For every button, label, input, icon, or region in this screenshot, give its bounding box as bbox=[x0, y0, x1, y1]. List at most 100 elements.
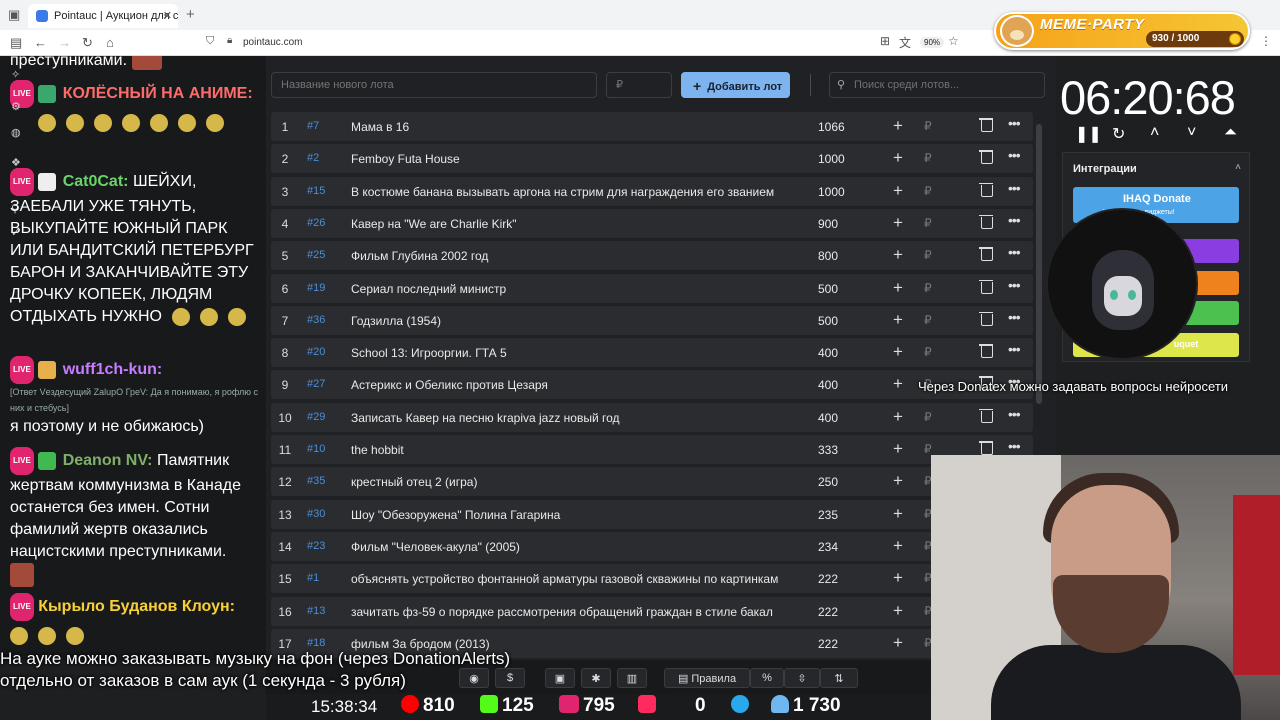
lot-amount[interactable]: 250 bbox=[818, 475, 838, 489]
currency-input[interactable]: ₽ bbox=[924, 151, 932, 165]
rules-button[interactable]: ▤ Правила bbox=[664, 668, 750, 688]
lot-id-link[interactable]: #26 bbox=[307, 217, 325, 229]
lot-row[interactable]: 6 #19 Сериал последний министр 500 + ₽ ••• bbox=[271, 273, 1033, 303]
lot-id-link[interactable]: #7 bbox=[307, 120, 319, 132]
lot-id-link[interactable]: #29 bbox=[307, 411, 325, 423]
chevron-up-icon[interactable]: ˄ bbox=[1150, 124, 1159, 142]
currency-input[interactable]: ₽ bbox=[924, 442, 932, 456]
add-amount-icon[interactable]: + bbox=[893, 342, 903, 362]
collapse-icon[interactable]: ˄ bbox=[1235, 162, 1241, 173]
lot-name[interactable]: Femboy Futa House bbox=[351, 152, 791, 166]
lot-id-link[interactable]: #2 bbox=[307, 152, 319, 164]
close-tab-icon[interactable]: ✕ bbox=[163, 9, 172, 22]
chat-nick[interactable]: КОЛЁСНЫЙ НА АНИМЕ: bbox=[63, 85, 253, 102]
chat-nick[interactable]: Cat0Cat: bbox=[63, 173, 129, 190]
chat-nick[interactable]: Кырыло Буданов Клоун: bbox=[38, 598, 235, 615]
lot-name[interactable]: Фильм "Человек-акула" (2005) bbox=[351, 540, 791, 554]
add-lot-button[interactable]: + Добавить лот bbox=[681, 72, 790, 98]
more-options-icon[interactable]: ••• bbox=[1008, 277, 1021, 293]
lot-id-link[interactable]: #36 bbox=[307, 314, 325, 326]
reload-icon[interactable]: ↻ bbox=[82, 35, 93, 51]
add-amount-icon[interactable]: + bbox=[893, 504, 903, 524]
more-options-icon[interactable]: ••• bbox=[1008, 341, 1021, 357]
add-amount-icon[interactable]: + bbox=[893, 310, 903, 330]
add-amount-icon[interactable]: + bbox=[893, 278, 903, 298]
new-tab-icon[interactable]: + bbox=[186, 6, 195, 23]
lot-row[interactable]: 2 #2 Femboy Futa House 1000 + ₽ ••• bbox=[271, 144, 1033, 174]
delete-lot-icon[interactable] bbox=[979, 343, 993, 359]
delete-lot-icon[interactable] bbox=[979, 440, 993, 455]
double-up-icon[interactable]: ⏶ bbox=[1224, 124, 1237, 142]
lot-id-link[interactable]: #35 bbox=[307, 475, 325, 487]
shield-icon[interactable]: ⛉ bbox=[206, 35, 214, 48]
more-options-icon[interactable]: ••• bbox=[1008, 309, 1021, 325]
lot-amount[interactable]: 222 bbox=[818, 572, 838, 586]
add-amount-icon[interactable]: + bbox=[893, 536, 903, 556]
translate-icon[interactable]: 文 bbox=[899, 34, 911, 51]
lot-id-link[interactable]: #13 bbox=[307, 605, 325, 617]
save-icon[interactable]: ▣ bbox=[545, 668, 575, 688]
more-options-icon[interactable]: ••• bbox=[1008, 438, 1021, 454]
bug-icon[interactable]: ✱ bbox=[581, 668, 611, 688]
add-amount-icon[interactable]: + bbox=[893, 374, 903, 394]
lot-name[interactable]: Кавер на "We are Charlie Kirk" bbox=[351, 217, 791, 231]
tab-actions-icon[interactable]: ▣ bbox=[8, 7, 20, 23]
lot-row[interactable]: 12#35крестный отец 2 (игра)250+₽••• bbox=[271, 467, 1033, 497]
lot-amount[interactable]: 1000 bbox=[818, 185, 845, 199]
add-amount-icon[interactable]: + bbox=[893, 148, 903, 168]
more-options-icon[interactable]: ••• bbox=[1008, 147, 1021, 163]
lot-name[interactable]: зачитать фз-59 о порядке рассмотрения об… bbox=[351, 605, 791, 619]
currency-input[interactable]: ₽ bbox=[924, 313, 932, 327]
lock-icon[interactable]: 🔒︎ bbox=[227, 35, 232, 46]
chat-nick[interactable]: Deanon NV: bbox=[63, 452, 153, 469]
lot-amount[interactable]: 222 bbox=[818, 637, 838, 651]
lot-id-link[interactable]: #18 bbox=[307, 637, 325, 649]
sidebar-toggle-icon[interactable]: ▤ bbox=[10, 35, 22, 51]
bookmark-star-icon[interactable]: ☆ bbox=[948, 34, 959, 48]
add-amount-icon[interactable]: + bbox=[893, 439, 903, 459]
delete-lot-icon[interactable] bbox=[979, 246, 993, 262]
lot-id-link[interactable]: #23 bbox=[307, 540, 325, 552]
more-options-icon[interactable]: ••• bbox=[1008, 406, 1021, 422]
percent-button[interactable]: % bbox=[750, 668, 784, 688]
add-amount-icon[interactable]: + bbox=[893, 407, 903, 427]
browser-tab[interactable]: Pointauc | Аукцион для стрим ✕ bbox=[28, 4, 178, 28]
lot-id-link[interactable]: #10 bbox=[307, 443, 325, 455]
lot-amount[interactable]: 222 bbox=[818, 605, 838, 619]
add-amount-icon[interactable]: + bbox=[893, 568, 903, 588]
delete-lot-icon[interactable] bbox=[979, 214, 993, 229]
lot-name[interactable]: Фильм Глубина 2002 год bbox=[351, 249, 791, 263]
lot-row[interactable]: 5 #25 Фильм Глубина 2002 год 800 + ₽ ••• bbox=[271, 241, 1033, 271]
forward-icon[interactable]: → bbox=[58, 35, 71, 50]
split-icon[interactable]: ⇳ bbox=[784, 668, 820, 688]
lot-amount[interactable]: 400 bbox=[818, 411, 838, 425]
lot-id-link[interactable]: #27 bbox=[307, 378, 325, 390]
lot-amount[interactable]: 800 bbox=[818, 249, 838, 263]
settings-gear-icon[interactable]: ⚙ bbox=[11, 100, 21, 113]
lot-row[interactable]: 13 #30 Шоу "Обезоружена" Полина Гагарина 23… bbox=[271, 499, 1033, 529]
add-amount-icon[interactable]: + bbox=[893, 601, 903, 621]
lot-row[interactable]: 7 #36 Годзилла (1954) 500 + ₽ ••• bbox=[271, 305, 1033, 335]
lot-row[interactable]: 15 #1 объяснять устройство фонтанной армат… bbox=[271, 564, 1033, 594]
add-amount-icon[interactable]: + bbox=[893, 633, 903, 653]
lot-row[interactable]: 10 #29 Записать Кавер на песню krapiva jaz… bbox=[271, 402, 1033, 432]
lot-amount[interactable]: 234 bbox=[818, 540, 838, 554]
palette-icon[interactable]: ◍ bbox=[11, 126, 21, 139]
lot-name[interactable]: Шоу "Обезоружена" Полина Гагарина bbox=[351, 508, 791, 522]
sort-icon[interactable]: ⇅ bbox=[820, 668, 858, 688]
new-lot-name-input[interactable] bbox=[271, 72, 597, 98]
lot-row[interactable]: 16 #13 зачитать фз-59 о порядке рассмотрен… bbox=[271, 596, 1033, 626]
lot-name[interactable]: Мама в 16 bbox=[351, 120, 791, 134]
more-options-icon[interactable]: ••• bbox=[1008, 212, 1021, 228]
delete-lot-icon[interactable] bbox=[979, 149, 993, 165]
zoom-level[interactable]: 90% bbox=[920, 37, 945, 48]
add-amount-icon[interactable]: + bbox=[893, 181, 903, 201]
lot-amount[interactable]: 400 bbox=[818, 346, 838, 360]
lot-id-link[interactable]: #15 bbox=[307, 185, 325, 197]
lot-amount[interactable]: 333 bbox=[818, 443, 838, 457]
lot-row[interactable]: 8 #20 School 13: Игрооргии. ГТА 5 400 + ₽ ••• bbox=[271, 338, 1033, 368]
add-amount-icon[interactable]: + bbox=[893, 471, 903, 491]
currency-input[interactable]: ₽ bbox=[924, 281, 932, 295]
more-options-icon[interactable]: ••• bbox=[1008, 180, 1021, 196]
add-amount-icon[interactable]: + bbox=[893, 116, 903, 136]
